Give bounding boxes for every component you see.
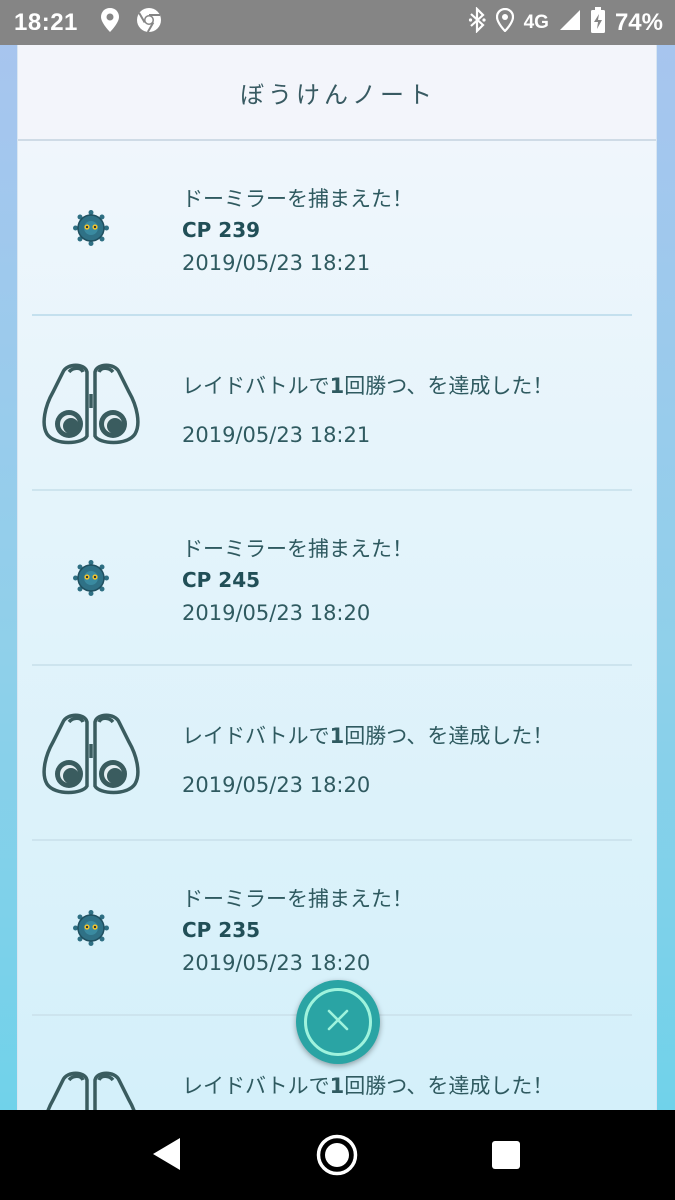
entry-date: 2019/05/23 18:20 bbox=[182, 951, 371, 975]
entry-cp: CP 245 bbox=[182, 568, 261, 592]
network-type: 4G bbox=[523, 11, 549, 33]
entry-date: 2019/05/23 18:21 bbox=[182, 251, 371, 275]
page-title: ぼうけんノート bbox=[240, 80, 436, 109]
close-icon bbox=[326, 1008, 350, 1036]
binoculars-icon bbox=[32, 316, 150, 489]
back-icon[interactable] bbox=[152, 1137, 182, 1175]
list-item[interactable]: レイドバトルで1回勝つ、を達成した！ 2019/05/23 18:21 bbox=[32, 316, 632, 491]
location-icon bbox=[495, 7, 514, 37]
entry-title: レイドバトルで1回勝つ、を達成した！ bbox=[182, 724, 554, 748]
recents-icon[interactable] bbox=[492, 1141, 520, 1169]
binoculars-icon bbox=[32, 666, 150, 839]
chrome-icon bbox=[136, 7, 162, 38]
entry-date: 2019/05/23 18:20 bbox=[182, 773, 371, 797]
list-item[interactable]: ドーミラーを捕まえた！ CP 245 2019/05/23 18:20 bbox=[32, 491, 632, 666]
entry-cp: CP 239 bbox=[182, 218, 261, 242]
status-time: 18:21 bbox=[14, 8, 78, 36]
signal-icon bbox=[559, 9, 581, 36]
bronzor-icon bbox=[32, 841, 150, 1014]
entry-date: 2019/05/23 18:20 bbox=[182, 601, 371, 625]
entry-title: ドーミラーを捕まえた！ bbox=[182, 187, 413, 211]
entry-title: レイドバトルで1回勝つ、を達成した！ bbox=[182, 374, 554, 398]
navigation-bar bbox=[0, 1110, 675, 1200]
close-button[interactable] bbox=[296, 980, 380, 1064]
entry-title: ドーミラーを捕まえた！ bbox=[182, 887, 413, 911]
panel-header: ぼうけんノート bbox=[18, 45, 656, 141]
entry-title: レイドバトルで1回勝つ、を達成した！ bbox=[182, 1074, 554, 1098]
entry-date: 2019/05/23 18:21 bbox=[182, 423, 371, 447]
list-item[interactable]: ドーミラーを捕まえた！ CP 239 2019/05/23 18:21 bbox=[32, 141, 632, 316]
adventure-log-panel: ぼうけんノート ドーミラーを捕まえた！ CP 239 2019/05/23 18… bbox=[17, 45, 657, 1110]
battery-percent: 74% bbox=[614, 8, 663, 36]
bronzor-icon bbox=[32, 491, 150, 664]
list-item[interactable]: レイドバトルで1回勝つ、を達成した！ 2019/05/23 18:20 bbox=[32, 666, 632, 841]
home-icon[interactable] bbox=[316, 1134, 358, 1180]
bluetooth-icon bbox=[468, 6, 486, 38]
status-bar: 18:21 4G 74% bbox=[0, 0, 675, 45]
battery-charging-icon bbox=[590, 7, 605, 38]
entry-cp: CP 235 bbox=[182, 918, 261, 942]
binoculars-icon bbox=[32, 1016, 150, 1110]
location-pin-icon bbox=[100, 7, 120, 38]
entry-title: ドーミラーを捕まえた！ bbox=[182, 537, 413, 561]
bronzor-icon bbox=[32, 141, 150, 314]
